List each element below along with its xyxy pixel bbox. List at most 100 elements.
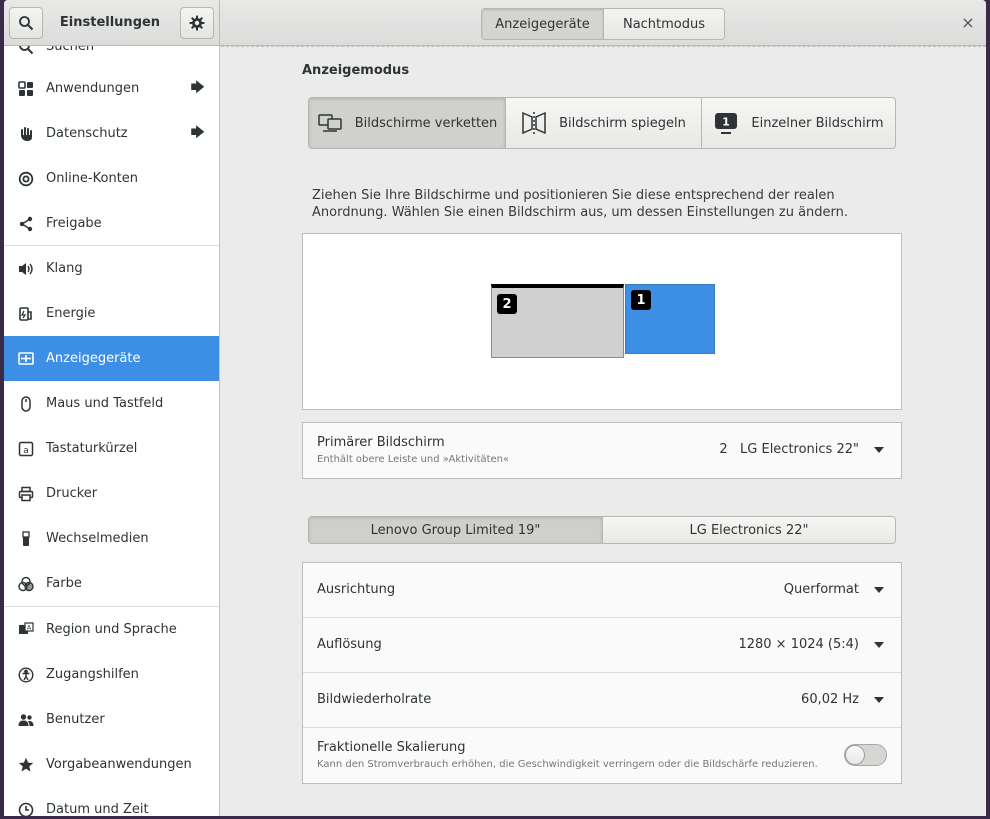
single-display-icon: 1 [715,113,738,134]
menu-button[interactable] [180,7,214,39]
speaker-icon [18,261,34,277]
clock-icon [18,802,34,816]
sidebar-item-label: Freigabe [46,216,102,231]
primary-value: 2 LG Electronics 22" [719,442,859,457]
fractional-scaling-row: Fraktionelle Skalierung Kann den Stromve… [303,728,901,783]
sidebar-item-label: Drucker [46,486,98,501]
monitor-1[interactable]: 1 [625,284,715,354]
display-icon [18,351,34,367]
refresh-label: Bildwiederholrate [317,692,432,707]
monitor-2[interactable]: 2 [491,284,624,358]
sidebar-item-label: Zugangshilfen [46,667,139,682]
search-button[interactable] [9,7,43,39]
resolution-row[interactable]: Auflösung 1280 × 1024 (5:4) [303,618,901,673]
apps-icon [18,80,34,97]
sidebar-item-farbe[interactable]: Farbe [4,561,219,606]
primary-value-number: 2 [719,442,728,457]
scroll-edge [221,46,986,47]
sidebar-item-anzeigegeraete[interactable]: Anzeigegeräte [4,336,219,381]
sidebar-item-label: Energie [46,306,96,321]
tab-nachtmodus[interactable]: Nachtmodus [603,9,724,39]
primary-sublabel: Enthält obere Leiste und »Aktivitäten« [317,454,510,465]
sidebar-item-anwendungen[interactable]: Anwendungen 🡆 [4,66,219,111]
arrow-right-icon: 🡆 [190,79,205,96]
sidebar-item-label: Anwendungen [46,81,140,96]
sidebar-item-wechselmedien[interactable]: Wechselmedien [4,516,219,561]
sidebar-item-energie[interactable]: Energie [4,291,219,336]
chevron-down-icon [874,697,884,703]
at-icon [18,171,34,187]
app-title: Einstellungen [59,15,161,30]
orientation-row[interactable]: Ausrichtung Querformat [303,563,901,618]
mouse-icon [18,395,34,412]
arrangement-instruction: Ziehen Sie Ihre Bildschirme und position… [312,188,849,220]
star-icon [18,757,34,773]
fractional-scaling-toggle[interactable] [844,744,887,766]
sidebar-item-label: Region und Sprache [46,622,177,637]
power-plug-icon [18,306,34,322]
tab-monitor-lenovo[interactable]: Lenovo Group Limited 19" [309,517,602,543]
display-panel: Anzeigemodus Bildschirme verketten Bilds… [221,46,986,816]
language-icon: A [18,621,34,638]
sidebar-item-label: Maus und Tastfeld [46,396,164,411]
monitor-settings-card: Ausrichtung Querformat Auflösung 1280 × … [302,562,902,784]
mode-label: Einzelner Bildschirm [751,115,884,131]
scaling-sublabel: Kann den Stromverbrauch erhöhen, die Ges… [317,759,818,770]
resolution-label: Auflösung [317,637,382,652]
tab-monitor-lg[interactable]: LG Electronics 22" [602,517,895,543]
mode-label: Bildschirm spiegeln [559,115,686,131]
sidebar-item-label: Benutzer [46,712,105,727]
resolution-value: 1280 × 1024 (5:4) [738,637,859,652]
sidebar: Suchen Anwendungen 🡆 Datenschutz 🡆 Onlin… [4,46,220,816]
mode-join-button[interactable]: Bildschirme verketten [309,98,505,148]
sidebar-item-label: Vorgabeanwendungen [46,757,192,772]
sidebar-item-label: Wechselmedien [46,531,149,546]
sidebar-item-zugangshilfen[interactable]: Zugangshilfen [4,652,219,697]
mode-mirror-button[interactable]: Bildschirm spiegeln [505,98,701,148]
printer-icon [18,486,34,502]
sidebar-item-label: Online-Konten [46,171,139,186]
arrow-right-icon: 🡆 [190,124,205,141]
sidebar-item-label: Datum und Zeit [46,802,149,816]
search-icon [18,46,34,55]
header-bar: Einstellungen Anzeigegeräte Nachtmodus × [4,0,986,46]
refresh-value: 60,02 Hz [801,692,859,707]
close-button[interactable]: × [960,12,976,32]
sidebar-item-tastaturkuerzel[interactable]: a Tastaturkürzel [4,426,219,471]
sidebar-item-freigabe[interactable]: Freigabe [4,201,219,246]
monitor-badge: 1 [631,290,651,310]
orientation-label: Ausrichtung [317,582,396,597]
close-icon: × [961,12,975,32]
join-displays-icon [317,114,342,132]
sidebar-item-label: Suchen [46,46,95,54]
sidebar-item-datenschutz[interactable]: Datenschutz 🡆 [4,111,219,156]
primary-display-card: Primärer Bildschirm Enthält obere Leiste… [302,422,902,479]
primary-label: Primärer Bildschirm [317,435,445,450]
mode-single-button[interactable]: 1 Einzelner Bildschirm [701,98,895,148]
toggle-knob [845,745,865,765]
settings-window: Einstellungen Anzeigegeräte Nachtmodus ×… [4,0,986,816]
svg-text:a: a [23,446,29,456]
sidebar-item-vorgabeanwendungen[interactable]: Vorgabeanwendungen [4,742,219,787]
users-icon [18,712,34,728]
tab-anzeigegeraete[interactable]: Anzeigegeräte [482,9,603,39]
mode-label: Bildschirme verketten [354,115,498,131]
single-display-badge: 1 [723,116,731,129]
accessibility-icon [18,666,34,683]
primary-display-row[interactable]: Primärer Bildschirm Enthält obere Leiste… [303,423,901,478]
sidebar-item-label: Farbe [46,576,82,591]
sidebar-item-datum-und-zeit[interactable]: Datum und Zeit [4,787,219,816]
sidebar-item-benutzer[interactable]: Benutzer [4,697,219,742]
color-icon [18,576,34,592]
keyboard-key-icon: a [18,441,34,457]
mode-title: Anzeigemodus [302,63,410,78]
sidebar-item-klang[interactable]: Klang [4,246,219,291]
sidebar-item-maus-und-tastfeld[interactable]: Maus und Tastfeld [4,381,219,426]
sidebar-item-online-konten[interactable]: Online-Konten [4,156,219,201]
sidebar-item-drucker[interactable]: Drucker [4,471,219,516]
mirror-icon [522,111,546,135]
refresh-rate-row[interactable]: Bildwiederholrate 60,02 Hz [303,673,901,728]
gear-icon [189,15,205,31]
search-icon [19,16,34,31]
sidebar-item-region-und-sprache[interactable]: A Region und Sprache [4,607,219,652]
